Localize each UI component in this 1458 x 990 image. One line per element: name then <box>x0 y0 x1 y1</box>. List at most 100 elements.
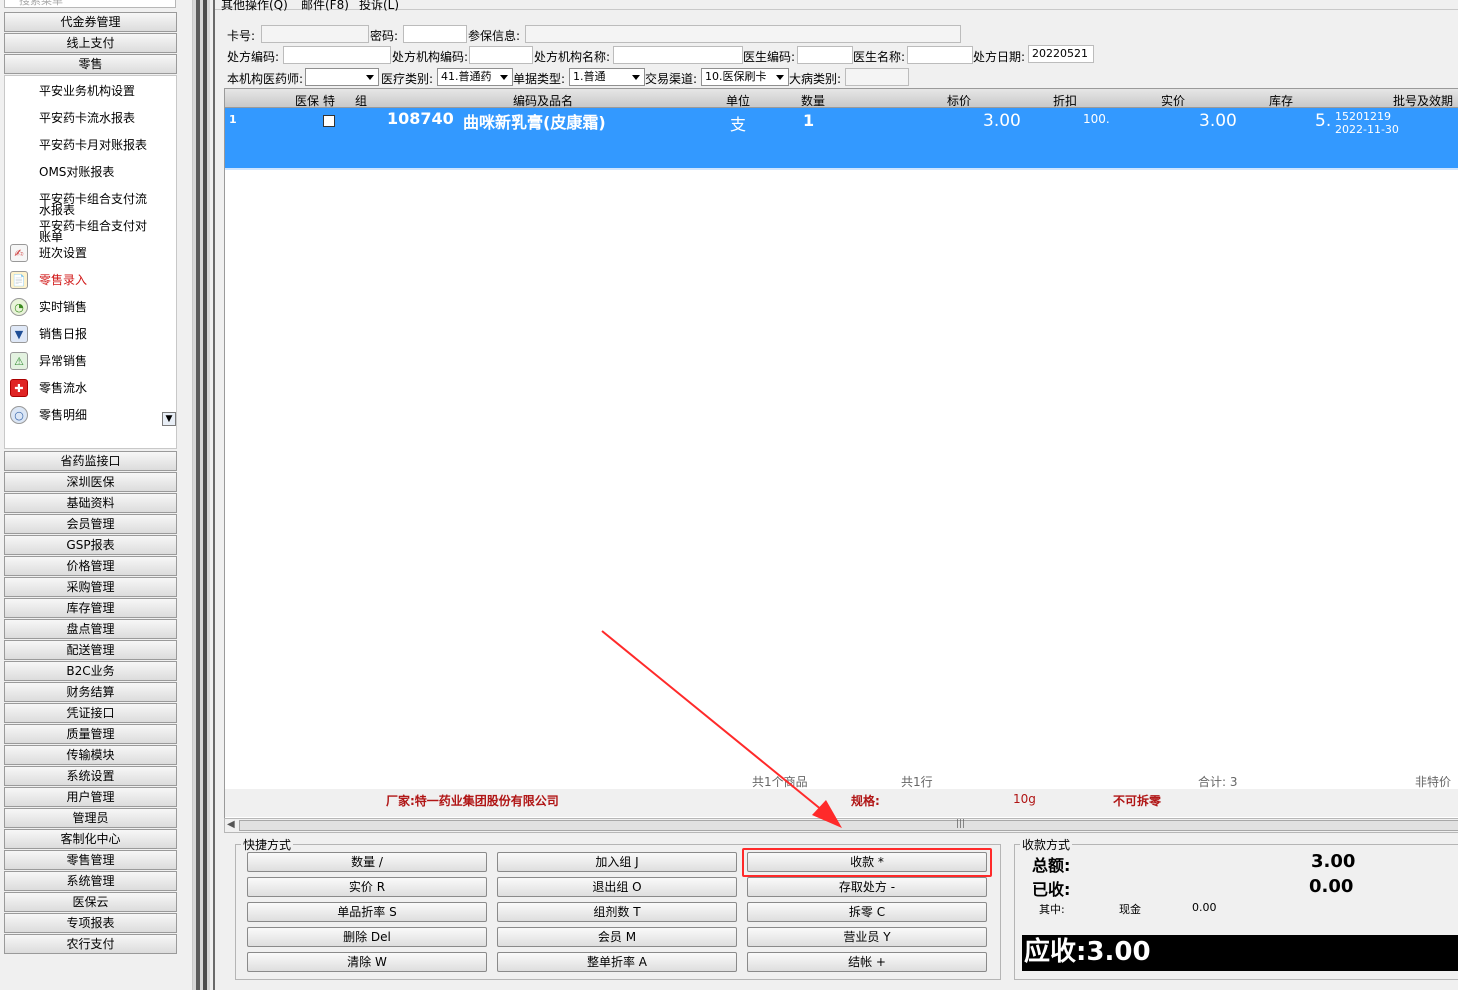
chat-icon: ○ <box>10 406 28 424</box>
sidebar-section-0[interactable]: 省药监接口 <box>4 451 177 471</box>
card-no-input[interactable] <box>261 25 369 43</box>
horizontal-scrollbar[interactable]: ◀ ||| <box>224 818 1458 833</box>
sidebar-section-5[interactable]: 价格管理 <box>4 556 177 576</box>
channel-select[interactable]: 10.医保刷卡 <box>701 68 789 86</box>
sidebar-section-16[interactable]: 用户管理 <box>4 787 177 807</box>
due-value: 3.00 <box>1086 937 1151 967</box>
sidebar-search-input[interactable]: 搜索菜单 <box>4 0 176 8</box>
save-prescription-button[interactable]: 存取处方 - <box>747 877 987 897</box>
sidebar-item-retail-detail[interactable]: 零售明细 <box>39 409 159 421</box>
disease-input[interactable] <box>845 68 909 86</box>
due-label: 应收: <box>1024 937 1087 967</box>
sidebar-section-22[interactable]: 专项报表 <box>4 913 177 933</box>
sidebar-section-1[interactable]: 深圳医保 <box>4 472 177 492</box>
menu-other-ops[interactable]: 其他操作(Q) <box>221 0 288 13</box>
insurance-label: 参保信息: <box>468 29 521 43</box>
sidebar-section-9[interactable]: 配送管理 <box>4 640 177 660</box>
sidebar-section-online-pay[interactable]: 线上支付 <box>4 33 177 53</box>
rx-code-input[interactable] <box>283 46 391 64</box>
sidebar-section-11[interactable]: 财务结算 <box>4 682 177 702</box>
sidebar-item-pingan-flow[interactable]: 平安药卡流水报表 <box>39 112 159 124</box>
sidebar-section-voucher[interactable]: 代金券管理 <box>4 12 177 32</box>
medical-type-select[interactable]: 41.普通药 <box>437 68 513 86</box>
sidebar-item-oms[interactable]: OMS对账报表 <box>39 166 159 178</box>
sidebar-section-20[interactable]: 系统管理 <box>4 871 177 891</box>
sidebar-section-retail[interactable]: 零售 <box>4 54 177 74</box>
sidebar-section-23[interactable]: 农行支付 <box>4 934 177 954</box>
sidebar-section-13[interactable]: 质量管理 <box>4 724 177 744</box>
col-list-price[interactable]: 标价 <box>947 92 971 109</box>
sidebar-section-2[interactable]: 基础资料 <box>4 493 177 513</box>
rx-org-name-input[interactable] <box>613 46 743 64</box>
sidebar-item-pingan-combo-bill[interactable]: 平安药卡组合支付对账单 <box>39 220 154 243</box>
delete-button[interactable]: 删除 Del <box>247 927 487 947</box>
sidebar-item-daily-report[interactable]: 销售日报 <box>39 328 159 340</box>
sidebar-section-7[interactable]: 库存管理 <box>4 598 177 618</box>
col-discount[interactable]: 折扣 <box>1053 92 1077 109</box>
col-stock[interactable]: 库存 <box>1269 92 1293 109</box>
sidebar-section-10[interactable]: B2C业务 <box>4 661 177 681</box>
rx-org-code-input[interactable] <box>469 46 533 64</box>
split-button[interactable]: 拆零 C <box>747 902 987 922</box>
order-discount-button[interactable]: 整单折率 A <box>497 952 737 972</box>
group-dose-button[interactable]: 组剂数 T <box>497 902 737 922</box>
pharmacist-select[interactable] <box>305 68 379 86</box>
warning-icon: ⚠ <box>10 352 28 370</box>
detail-label: 其中: <box>1039 903 1065 916</box>
sidebar-section-3[interactable]: 会员管理 <box>4 514 177 534</box>
col-batch[interactable]: 批号及效期 <box>1393 92 1453 109</box>
chevron-down-icon[interactable]: ▼ <box>162 412 176 426</box>
insurance-input[interactable] <box>525 25 961 43</box>
spec-value: 10g <box>1013 792 1036 806</box>
col-code-name[interactable]: 编码及品名 <box>513 92 573 109</box>
exit-group-button[interactable]: 退出组 O <box>497 877 737 897</box>
panel-splitter[interactable] <box>193 0 210 990</box>
password-input[interactable] <box>403 25 467 43</box>
sidebar-item-pingan-combo-flow[interactable]: 平安药卡组合支付流水报表 <box>39 193 154 216</box>
item-discount-button[interactable]: 单品折率 S <box>247 902 487 922</box>
table-row[interactable]: 1 108740 曲咪新乳膏(皮康霜) 支 1 3.00 100. 3.00 5… <box>225 108 1458 170</box>
rx-date-input[interactable]: 20220521 <box>1028 45 1094 63</box>
sidebar-section-19[interactable]: 零售管理 <box>4 850 177 870</box>
sidebar-item-pingan-monthly[interactable]: 平安药卡月对账报表 <box>39 139 159 151</box>
col-actual-price[interactable]: 实价 <box>1161 92 1185 109</box>
receipt-type-select[interactable]: 1.普通 <box>569 68 645 86</box>
member-button[interactable]: 会员 M <box>497 927 737 947</box>
scroll-left-icon[interactable]: ◀ <box>227 819 235 830</box>
scroll-thumb[interactable]: ||| <box>239 819 1458 831</box>
sidebar-section-8[interactable]: 盘点管理 <box>4 619 177 639</box>
sidebar-section-12[interactable]: 凭证接口 <box>4 703 177 723</box>
col-unit[interactable]: 单位 <box>726 92 750 109</box>
menu-complaint[interactable]: 投诉(L) <box>359 0 399 13</box>
app-window: 搜索菜单 代金券管理 线上支付 零售 平安业务机构设置 平安药卡流水报表 平安药… <box>0 0 1458 990</box>
sidebar-section-6[interactable]: 采购管理 <box>4 577 177 597</box>
sidebar-section-15[interactable]: 系统设置 <box>4 766 177 786</box>
sidebar-item-retail-entry[interactable]: 零售录入 <box>39 274 159 286</box>
col-special[interactable]: 特 <box>323 92 335 109</box>
qty-button[interactable]: 数量 / <box>247 852 487 872</box>
sidebar-item-realtime-sales[interactable]: 实时销售 <box>39 301 159 313</box>
menu-mail[interactable]: 邮件(F8) <box>301 0 349 13</box>
row-list-price: 3.00 <box>983 111 1021 131</box>
sidebar-item-shift[interactable]: 班次设置 <box>39 247 159 259</box>
row-special-checkbox[interactable] <box>323 115 335 127</box>
sidebar-section-4[interactable]: GSP报表 <box>4 535 177 555</box>
sidebar-section-17[interactable]: 管理员 <box>4 808 177 828</box>
sidebar-item-pingan-org[interactable]: 平安业务机构设置 <box>39 85 159 97</box>
col-group[interactable]: 组 <box>355 92 367 109</box>
col-insurance[interactable]: 医保 <box>295 92 319 109</box>
rx-date-label: 处方日期: <box>973 50 1026 64</box>
col-qty[interactable]: 数量 <box>801 92 825 109</box>
join-group-button[interactable]: 加入组 J <box>497 852 737 872</box>
actual-price-button[interactable]: 实价 R <box>247 877 487 897</box>
sidebar-section-18[interactable]: 客制化中心 <box>4 829 177 849</box>
doctor-code-input[interactable] <box>797 46 853 64</box>
sidebar-section-14[interactable]: 传输模块 <box>4 745 177 765</box>
salesperson-button[interactable]: 营业员 Y <box>747 927 987 947</box>
doctor-name-input[interactable] <box>907 46 973 64</box>
sidebar-item-retail-flow[interactable]: 零售流水 <box>39 382 159 394</box>
sidebar-section-21[interactable]: 医保云 <box>4 892 177 912</box>
clear-button[interactable]: 清除 W <box>247 952 487 972</box>
checkout-button[interactable]: 结帐 + <box>747 952 987 972</box>
sidebar-item-abnormal-sales[interactable]: 异常销售 <box>39 355 159 367</box>
